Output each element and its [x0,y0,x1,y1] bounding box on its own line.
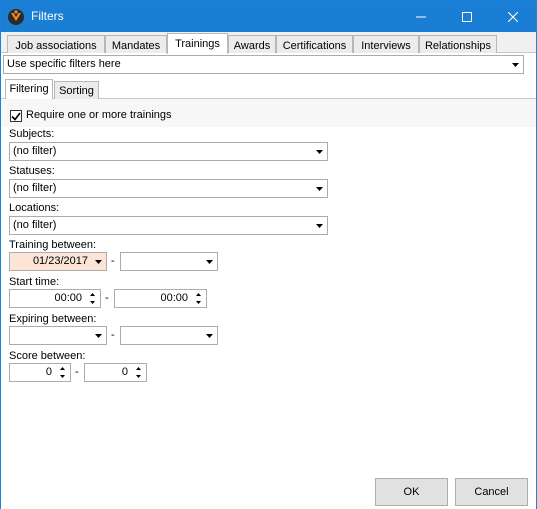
spin-up-icon[interactable] [132,365,145,372]
filters-dialog: Filters Job associations Mandates Traini… [0,0,537,509]
tab-filtering[interactable]: Filtering [5,79,53,99]
statuses-label: Statuses: [9,165,55,177]
subjects-label: Subjects: [9,128,55,140]
tab-interviews[interactable]: Interviews [353,35,419,53]
subtab-label: Filtering [9,83,49,95]
tab-label: Relationships [424,40,492,52]
close-button[interactable] [490,1,536,32]
spin-down-icon[interactable] [86,299,99,306]
spin-up-icon[interactable] [192,291,205,298]
tab-label: Mandates [111,40,161,52]
start-time-to-value: 00:00 [160,292,188,304]
filtering-panel: Require one or more trainings Subjects: … [1,99,536,509]
chevron-down-icon [312,180,327,197]
spin-buttons [192,291,205,306]
require-trainings-label: Require one or more trainings [26,109,172,121]
require-trainings-checkbox[interactable] [10,110,22,122]
maximize-button[interactable] [444,1,490,32]
training-separator: - [111,255,115,267]
chevron-down-icon [312,217,327,234]
spin-buttons [56,365,69,380]
expiring-between-label: Expiring between: [9,313,97,325]
subjects-value: (no filter) [13,145,57,157]
score-from[interactable]: 0 [9,363,71,382]
training-from-date[interactable]: 01/23/2017 [9,252,107,271]
spin-up-icon[interactable] [86,291,99,298]
start-time-from[interactable]: 00:00 [9,289,101,308]
chevron-down-icon [202,253,217,270]
tab-mandates[interactable]: Mandates [105,35,167,53]
tab-sorting[interactable]: Sorting [54,81,99,99]
expiring-separator: - [111,329,115,341]
spin-down-icon[interactable] [192,299,205,306]
start-time-to[interactable]: 00:00 [114,289,207,308]
maximize-icon [462,11,472,22]
subtabs: Filtering Sorting [1,79,536,99]
tab-label: Job associations [15,40,97,52]
title-bar: Filters [1,1,536,32]
score-to[interactable]: 0 [84,363,147,382]
tab-label: Awards [233,40,271,52]
chevron-down-icon [202,327,217,344]
start-time-separator: - [105,292,109,304]
checkmark-icon [11,112,21,121]
score-between-label: Score between: [9,350,86,362]
expiring-from-date[interactable] [9,326,107,345]
spin-buttons [132,365,145,380]
tab-trainings[interactable]: Trainings [167,33,228,54]
spin-down-icon[interactable] [56,373,69,380]
filter-mode-dropdown[interactable]: Use specific filters here [3,55,524,74]
cancel-button[interactable]: Cancel [455,478,528,506]
category-tabs: Job associations Mandates Trainings Awar… [1,32,536,54]
subtab-label: Sorting [59,85,94,97]
spin-down-icon[interactable] [132,373,145,380]
tab-label: Interviews [361,40,411,52]
chevron-down-icon [312,143,327,160]
start-time-label: Start time: [9,276,60,288]
window-title: Filters [31,9,64,23]
statuses-dropdown[interactable]: (no filter) [9,179,328,198]
start-time-from-value: 00:00 [54,292,82,304]
statuses-value: (no filter) [13,182,57,194]
score-to-value: 0 [121,366,128,378]
minimize-icon [416,16,426,17]
score-separator: - [75,366,79,378]
score-from-value: 0 [45,366,52,378]
chevron-down-icon [91,253,106,270]
ok-button[interactable]: OK [375,478,448,506]
minimize-button[interactable] [398,1,444,32]
tab-relationships[interactable]: Relationships [419,35,497,53]
close-icon [508,11,518,22]
expiring-to-date[interactable] [120,326,218,345]
tab-job-associations[interactable]: Job associations [7,35,105,53]
training-to-date[interactable] [120,252,218,271]
spin-up-icon[interactable] [56,365,69,372]
app-logo-icon [8,9,24,25]
tab-label: Trainings [175,38,220,50]
subjects-dropdown[interactable]: (no filter) [9,142,328,161]
locations-label: Locations: [9,202,60,214]
chevron-down-icon [508,56,523,73]
training-from-value: 01/23/2017 [32,255,88,267]
spin-buttons [86,291,99,306]
tab-certifications[interactable]: Certifications [276,35,353,53]
filter-mode-value: Use specific filters here [7,58,121,70]
training-between-label: Training between: [9,239,97,251]
locations-value: (no filter) [13,219,57,231]
locations-dropdown[interactable]: (no filter) [9,216,328,235]
tab-awards[interactable]: Awards [228,35,276,53]
chevron-down-icon [91,327,106,344]
tab-label: Certifications [282,40,347,52]
